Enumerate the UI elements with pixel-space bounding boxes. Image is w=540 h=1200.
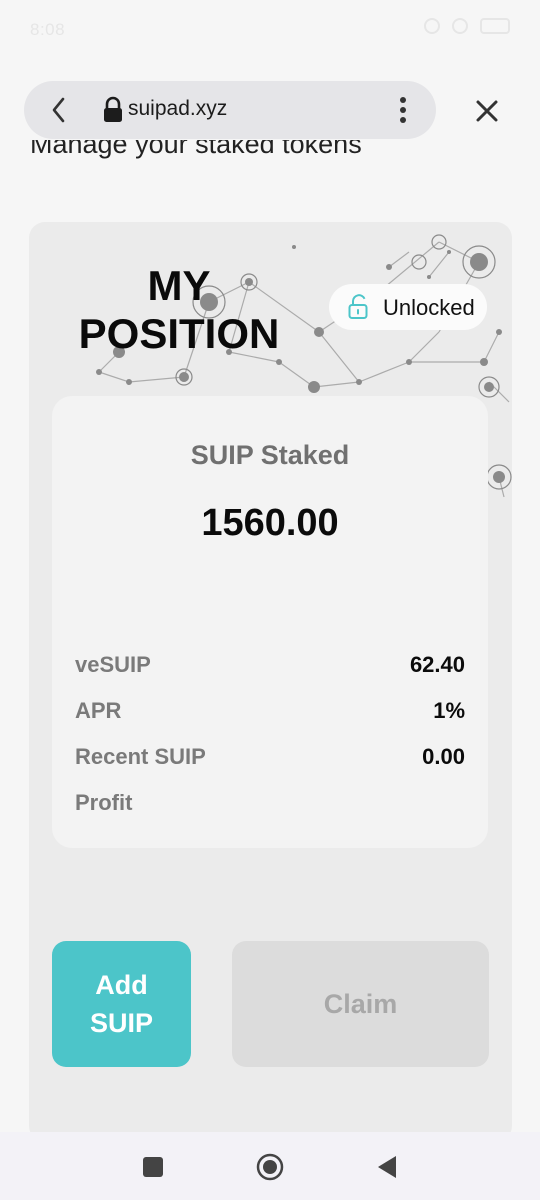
url-text[interactable]: suipad.xyz (128, 97, 227, 121)
stat-label: veSUIP (75, 652, 151, 677)
staked-value: 1560.00 (201, 502, 339, 544)
unlock-icon (348, 294, 368, 319)
status-icons (424, 18, 510, 34)
wifi-icon (452, 18, 468, 34)
stat-value: 62.40 (409, 652, 465, 677)
recents-icon[interactable] (138, 1152, 168, 1182)
back-nav-icon[interactable] (372, 1152, 402, 1182)
claim-button[interactable]: Claim (232, 941, 489, 1067)
system-navigation-bar (0, 1132, 540, 1200)
page-heading: Manage your staked tokens (30, 140, 362, 172)
status-time: 8:08 (30, 20, 66, 39)
stat-value: 0.00 (422, 744, 465, 769)
battery-icon (480, 18, 510, 34)
home-icon[interactable] (255, 1152, 285, 1182)
lock-status-text: Unlocked (383, 295, 475, 320)
close-icon[interactable] (470, 94, 504, 128)
back-icon[interactable] (46, 95, 72, 125)
lock-status-badge: Unlocked (329, 284, 487, 330)
lock-icon (104, 96, 122, 122)
card-title: MY POSITION (78, 262, 280, 357)
stat-label: Recent SUIP Profit (75, 744, 206, 815)
add-suip-button[interactable]: Add SUIP (52, 941, 191, 1067)
stat-row-recent-profit: Recent SUIP Profit 0.00 (75, 734, 465, 826)
stat-row-vesuip: veSUIP 62.40 (75, 642, 465, 688)
stat-label: APR (75, 698, 122, 723)
staked-label: SUIP Staked (190, 440, 350, 470)
address-bar[interactable]: suipad.xyz (24, 81, 436, 139)
stat-value: 1% (433, 698, 465, 723)
status-bar: 8:08 (0, 0, 540, 64)
stat-row-apr: APR 1% (75, 688, 465, 734)
stats-panel: SUIP Staked 1560.00 veSUIP 62.40 APR 1% … (52, 396, 488, 848)
kebab-menu-icon[interactable] (396, 95, 410, 125)
page-heading-text: Manage your staked tokens (30, 140, 362, 159)
position-card: MY POSITION Unlocked SUIP Staked 1560.00… (29, 222, 512, 1142)
network-icon (424, 18, 440, 34)
